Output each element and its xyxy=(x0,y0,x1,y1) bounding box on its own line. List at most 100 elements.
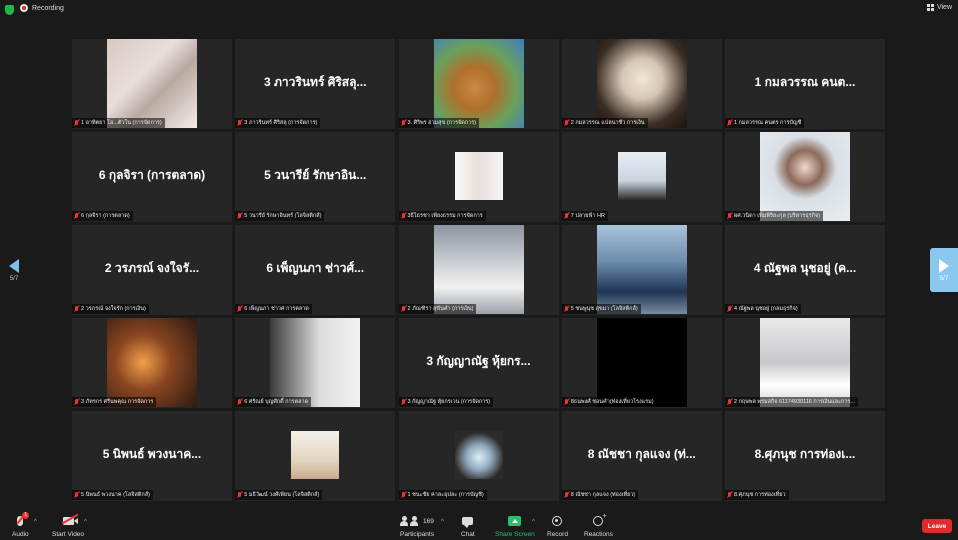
participant-tile[interactable]: 3. ศิริพร อ่วมสุข (การจัดการ) xyxy=(398,39,559,129)
share-options-caret[interactable]: ^ xyxy=(532,519,535,525)
participant-tile[interactable]: 3ธิไธรชา เพียงธรรม การจัดการ xyxy=(398,132,559,222)
participant-tile[interactable]: 5 ชนพูนุช สุขมา (โลจิสติกส์) xyxy=(561,225,722,315)
video-options-caret[interactable]: ^ xyxy=(84,519,87,525)
participant-tile[interactable]: 2 กฤษพล พรมสกิจ 61174930116 การเงินและกา… xyxy=(725,318,885,408)
record-label: Record xyxy=(547,531,568,538)
record-button[interactable]: Record xyxy=(547,514,568,538)
participant-name-label: 3ธิไธรชา เพียงธรรม การจัดการ xyxy=(398,210,486,221)
participant-name: 5 วนารีย์ รักษาอินทร์ (โลจิสติกส์) xyxy=(244,212,322,219)
participant-name-label: 1 ชนะชัย คาละอุปละ (การบัญชี) xyxy=(398,489,487,500)
participant-tile[interactable]: 2 กมลวรรณ แปลนาชีว การเงิน xyxy=(561,39,722,129)
participant-video xyxy=(454,152,503,201)
security-shield-icon[interactable] xyxy=(5,5,14,15)
reactions-label: Reactions xyxy=(584,531,613,538)
participant-video xyxy=(291,431,340,480)
participant-name: 2 ภัณฑิรา สุขันคำ (การเงิน) xyxy=(407,305,474,312)
mic-muted-icon xyxy=(727,491,732,498)
start-video-button[interactable]: Start Video xyxy=(52,513,85,538)
page-indicator-left: 5/7 xyxy=(9,275,19,282)
participant-tile[interactable]: 6 กุลจิรา (การตลาด) 6 กุลจิรา (การตลาด) xyxy=(72,132,232,222)
participant-tile[interactable]: 1 กมลวรรณ คนต... 1 กมลวรรณ คนตร การบัญชี xyxy=(725,39,885,129)
participant-display-name: 5 นิพนธ์ พวงนาค... xyxy=(102,447,202,462)
participant-display-name: 2 วรภรณ์ จงใจรั... xyxy=(104,261,200,276)
participant-tile[interactable]: 2 ภัณฑิรา สุขันคำ (การเงิน) xyxy=(398,225,559,315)
participant-tile[interactable]: 3 กัญญาณัฐ หุ้ยกร... 3 กัญญาณัฐ หุ้ยกรเวน… xyxy=(398,318,559,408)
mic-muted-icon xyxy=(74,491,79,498)
chat-label: Chat xyxy=(461,531,475,538)
mic-muted-icon xyxy=(74,398,79,405)
record-dot-icon xyxy=(20,4,28,12)
mic-muted-icon xyxy=(564,119,569,126)
mic-muted-icon xyxy=(237,398,242,405)
arrow-right-icon xyxy=(939,258,949,273)
participant-tile[interactable]: 4 ณัฐพล นุชอยู่ (ค... 4 ณัฐพล นุชอยู่ (กล… xyxy=(725,225,885,315)
mic-muted-icon xyxy=(401,398,406,405)
mic-muted-icon xyxy=(237,119,242,126)
mic-muted-icon xyxy=(401,119,406,126)
leave-button[interactable]: Leave xyxy=(922,519,952,533)
participant-tile[interactable]: 8ธนพงศ์ ชอนคำ(ท่องเที่ยวโรงแรม) xyxy=(561,318,722,408)
mic-muted-icon xyxy=(727,305,732,312)
participant-tile[interactable]: 8 ณัชชา กุลแจง (ท่... 8 ณัชชา กุลแจง (ท่อ… xyxy=(561,411,722,501)
participant-tile[interactable]: 8.ศุภนุช การท่องเ... 8.ศุภนุช การท่องเที่… xyxy=(725,411,885,501)
participant-display-name: 3 กัญญาณัฐ หุ้ยกร... xyxy=(426,354,531,369)
participant-video xyxy=(617,152,666,201)
view-button[interactable]: View xyxy=(926,4,952,11)
participant-name-label: 2 กฤษพล พรมสกิจ 61174930116 การเงินและกา… xyxy=(725,396,858,407)
participant-video xyxy=(596,225,687,315)
participant-tile[interactable]: 1 อาทิตยา โอ...ตัวใน (การจัดการ) xyxy=(72,39,232,129)
recording-label: Recording xyxy=(32,4,64,12)
participants-options-caret[interactable]: ^ xyxy=(441,519,444,525)
participant-tile[interactable]: 6 เพ็ญนภา ช่าวศ์... 6 เพ็ญนภา ช่าวศ การตล… xyxy=(235,225,396,315)
recording-indicator[interactable]: Recording xyxy=(20,4,64,12)
participant-name-label: 8.ศุภนุช การท่องเที่ยว xyxy=(725,489,789,500)
participant-tile[interactable]: 5 มธิวัฒน์ วงศ์เพียน (โลจิสติกส์) xyxy=(235,411,396,501)
participant-name-label: 3 กัญญาณัฐ หุ้ยกรเวน (การจัดการ) xyxy=(398,396,494,407)
page-indicator-right: 5/7 xyxy=(939,275,949,282)
previous-page-button[interactable]: 5/7 xyxy=(0,248,28,292)
participant-name: 1 อาทิตยา โอ...ตัวใน (การจัดการ) xyxy=(81,119,162,126)
share-screen-button[interactable]: Share Screen xyxy=(495,514,535,538)
reactions-button[interactable]: + Reactions xyxy=(584,513,613,538)
participant-name: 1 กมลวรรณ คนตร การบัญชี xyxy=(734,119,802,126)
participant-tile[interactable]: 6 ศรัณย์ บุญศักดิ์ การตลาด xyxy=(235,318,396,408)
participant-name-label: 5 มธิวัฒน์ วงศ์เพียน (โลจิสติกส์) xyxy=(235,489,323,500)
participants-label: Participants xyxy=(400,531,434,538)
participant-display-name: 6 กุลจิรา (การตลาด) xyxy=(98,168,206,183)
participant-name: 4 ณัฐพล นุชอยู่ (กลมธุรกิจ) xyxy=(734,305,798,312)
participant-tile[interactable]: 3 ภาวรินทร์ ศิริสลุ... 3 ภาวรินทร์ ศิริสล… xyxy=(235,39,396,129)
participant-tile[interactable]: 2 วรภรณ์ จงใจรั... 2 วรภรณ์ จงใจรัก (การเ… xyxy=(72,225,232,315)
participant-name: 2 กมลวรรณ แปลนาชีว การเงิน xyxy=(570,119,645,126)
participant-name-label: 4 ณัฐพล นุชอยู่ (กลมธุรกิจ) xyxy=(725,303,801,314)
participant-tile[interactable]: 1 ชนะชัย คาละอุปละ (การบัญชี) xyxy=(398,411,559,501)
audio-label: Audio xyxy=(12,531,29,538)
audio-button[interactable]: 1 Audio xyxy=(12,512,30,538)
participant-tile[interactable]: 5 วนารีย์ รักษาอิน... 5 วนารีย์ รักษาอินท… xyxy=(235,132,396,222)
reactions-icon: + xyxy=(593,513,606,528)
participant-name-label: ผศ.วนิดา เพิ่มพิริยะกุล (บริหารธุรกิจ) xyxy=(725,210,824,221)
participant-video xyxy=(596,39,687,128)
mic-muted-icon xyxy=(401,305,406,312)
mic-muted-icon xyxy=(401,212,406,219)
participant-tile[interactable]: ผศ.วนิดา เพิ่มพิริยะกุล (บริหารธุรกิจ) xyxy=(725,132,885,222)
grid-icon xyxy=(926,4,934,11)
mic-muted-icon xyxy=(74,119,79,126)
participant-name-label: 3 ภัทรกร ศรีนพคุณ การจัดการ xyxy=(72,396,157,407)
audio-options-caret[interactable]: ^ xyxy=(34,519,37,525)
next-page-button[interactable]: 5/7 xyxy=(930,248,958,292)
participant-video xyxy=(433,39,524,128)
chat-button[interactable]: Chat xyxy=(461,514,475,538)
participant-name: 2 วรภรณ์ จงใจรัก (การเงิน) xyxy=(81,305,146,312)
participant-name-label: 2 กมลวรรณ แปลนาชีว การเงิน xyxy=(561,117,648,128)
share-screen-label: Share Screen xyxy=(495,531,535,538)
participant-tile[interactable]: 7 ปลายฟ้า HR xyxy=(561,132,722,222)
start-video-label: Start Video xyxy=(52,531,85,538)
participant-tile[interactable]: 3 ภัทรกร ศรีนพคุณ การจัดการ xyxy=(72,318,232,408)
participant-name-label: 2 ภัณฑิรา สุขันคำ (การเงิน) xyxy=(398,303,477,314)
participant-video xyxy=(760,318,850,408)
participant-tile[interactable]: 5 นิพนธ์ พวงนาค... 5 นิพนธ์ พวงนาค (โลจิส… xyxy=(72,411,232,501)
participants-button[interactable]: 169 Participants xyxy=(400,514,434,538)
mic-muted-icon xyxy=(237,212,242,219)
participants-icon: 169 xyxy=(400,514,434,528)
mic-muted-icon xyxy=(564,212,569,219)
